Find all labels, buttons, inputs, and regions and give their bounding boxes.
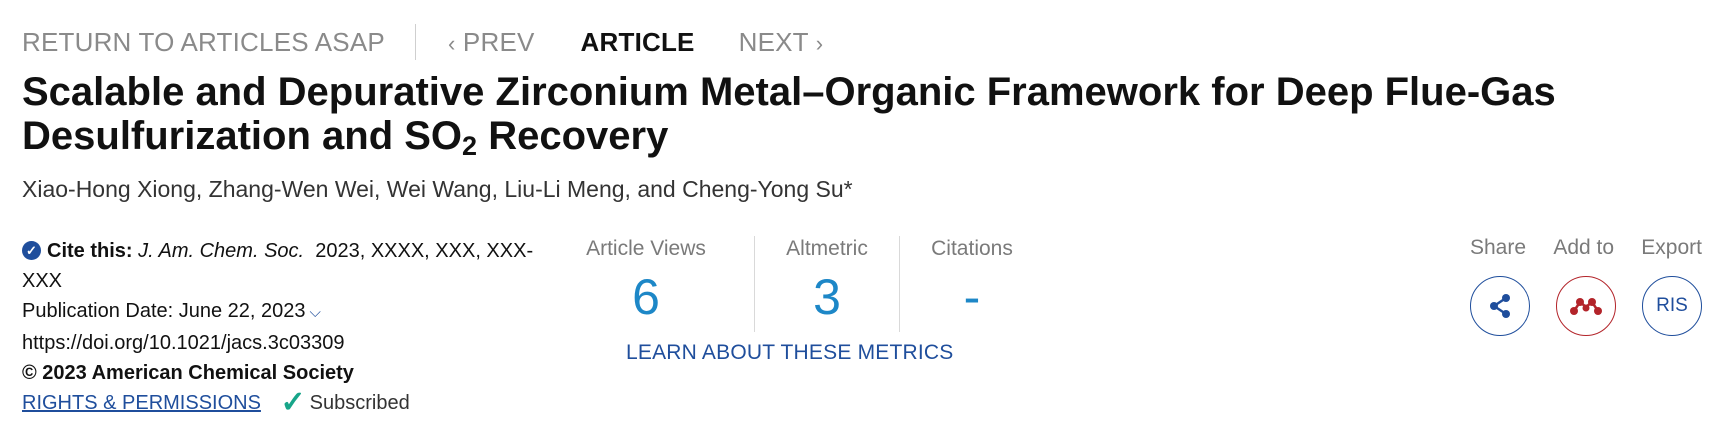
- title-end: Recovery: [477, 114, 669, 158]
- add-to-label: Add to: [1553, 236, 1615, 259]
- altmetric-metric[interactable]: Altmetric 3: [755, 236, 900, 332]
- subscribed-label: Subscribed: [309, 392, 410, 414]
- citations-value: -: [963, 269, 981, 325]
- rights-permissions-link[interactable]: RIGHTS & PERMISSIONS: [22, 392, 261, 414]
- citations-label: Citations: [931, 237, 1013, 260]
- author-list[interactable]: Xiao-Hong Xiong, Zhang-Wen Wei, Wei Wang…: [22, 176, 853, 203]
- altmetric-value: 3: [813, 269, 841, 325]
- export-ris-button[interactable]: RIS: [1642, 276, 1702, 336]
- chevron-left-icon: ‹: [447, 30, 456, 56]
- rights-row: RIGHTS & PERMISSIONS ✓ Subscribed: [22, 388, 552, 418]
- article-actions: Share Add to Export RIS: [1470, 236, 1702, 336]
- chevron-right-icon: ›: [815, 30, 824, 56]
- article-nav: RETURN TO ARTICLES ASAP ‹ PREV ARTICLE N…: [22, 22, 823, 62]
- article-views-label: Article Views: [586, 237, 706, 260]
- citations-metric: Citations -: [900, 236, 1044, 332]
- add-to-mendeley-button[interactable]: [1556, 276, 1616, 336]
- citation-block: ✓ Cite this: J. Am. Chem. Soc. 2023, XXXX…: [22, 236, 552, 418]
- nav-divider: [414, 24, 416, 60]
- title-subscript: 2: [462, 131, 478, 161]
- publication-date: Publication Date: June 22, 2023: [22, 300, 306, 322]
- check-circle-icon: ✓: [22, 241, 41, 260]
- prev-label: PREV: [462, 26, 535, 57]
- next-link[interactable]: NEXT ›: [739, 27, 824, 58]
- checkmark-icon: ✓: [280, 386, 306, 419]
- share-button[interactable]: [1470, 276, 1530, 336]
- doi-link[interactable]: https://doi.org/10.1021/jacs.3c03309: [22, 328, 552, 358]
- article-title: Scalable and Depurative Zirconium Metal–…: [22, 70, 1682, 161]
- mendeley-icon: [1570, 298, 1602, 315]
- action-buttons: RIS: [1470, 276, 1702, 336]
- current-article-label: ARTICLE: [580, 26, 695, 57]
- copyright-text: © 2023 American Chemical Society: [22, 362, 354, 384]
- cite-line: ✓ Cite this: J. Am. Chem. Soc. 2023, XXXX…: [22, 236, 552, 296]
- learn-about-metrics-link[interactable]: LEARN ABOUT THESE METRICS: [626, 341, 953, 365]
- action-labels: Share Add to Export: [1470, 236, 1702, 260]
- share-icon: [1490, 294, 1510, 318]
- return-to-articles-link[interactable]: RETURN TO ARTICLES ASAP: [22, 27, 415, 58]
- cite-label: Cite this:: [47, 240, 133, 262]
- article-views-value: 6: [632, 269, 660, 325]
- subscribed-badge: ✓ Subscribed: [281, 388, 410, 418]
- publication-date-toggle[interactable]: Publication Date: June 22, 2023 ⌵: [22, 296, 552, 328]
- altmetric-label: Altmetric: [786, 237, 868, 260]
- share-label: Share: [1470, 236, 1527, 259]
- article-views-metric: Article Views 6: [560, 236, 755, 332]
- chevron-down-icon: ⌵: [309, 304, 321, 321]
- next-label: NEXT: [738, 26, 809, 57]
- ris-label: RIS: [1656, 295, 1688, 316]
- export-label: Export: [1641, 236, 1702, 259]
- title-main: Scalable and Depurative Zirconium Metal–…: [22, 70, 1556, 158]
- cite-journal: J. Am. Chem. Soc.: [138, 240, 305, 262]
- metrics-panel: Article Views 6 Altmetric 3 Citations -: [560, 236, 1044, 332]
- prev-link[interactable]: ‹ PREV: [448, 27, 535, 58]
